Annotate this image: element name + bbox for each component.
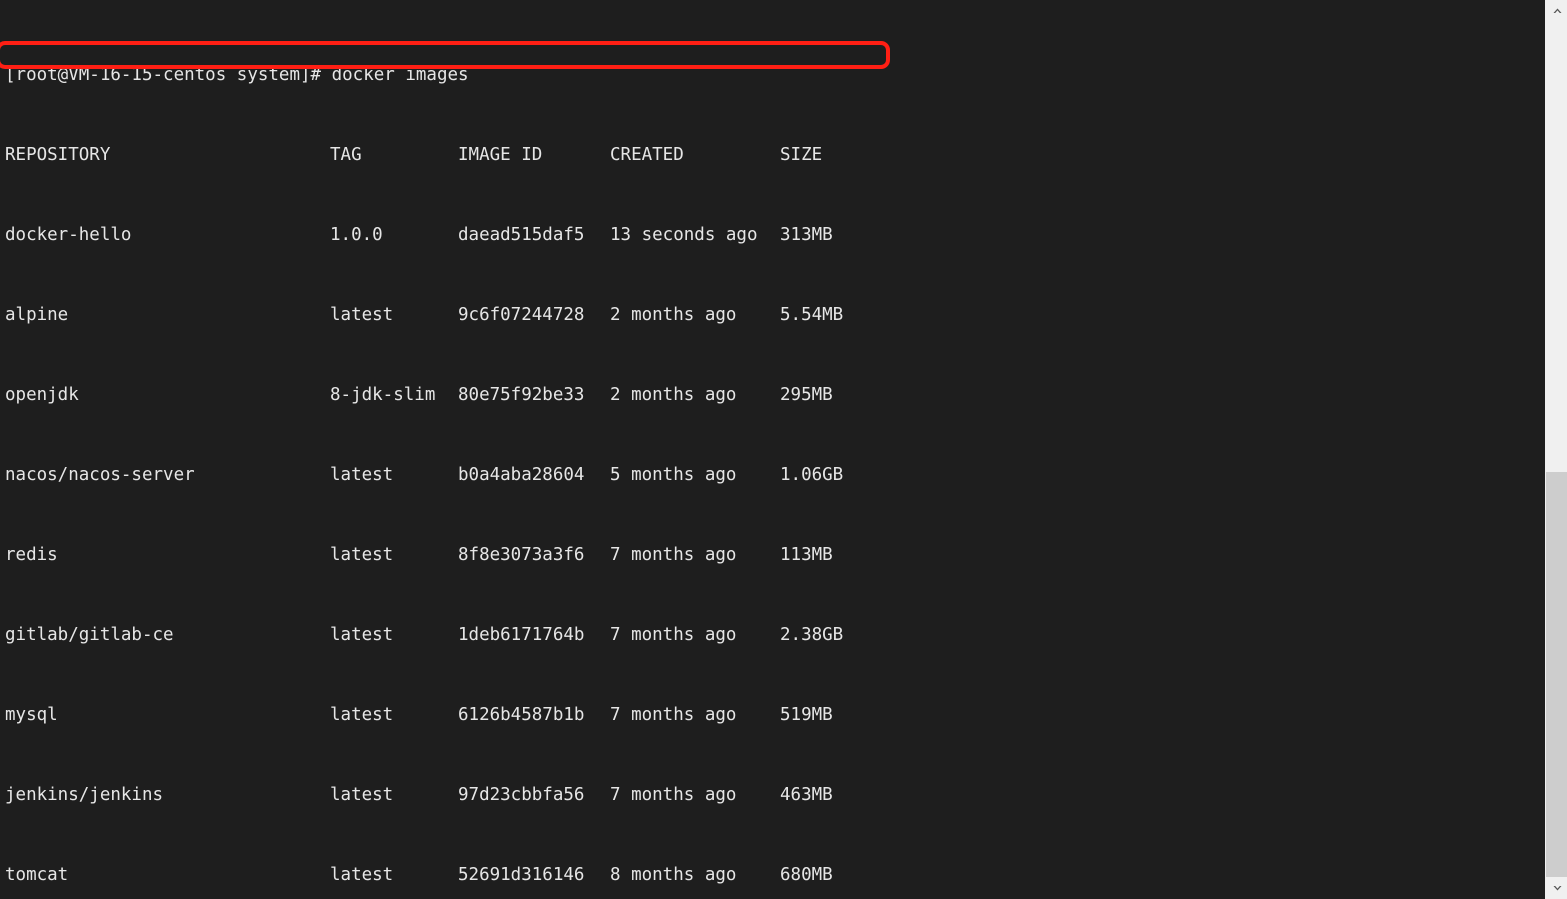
cell-repository: gitlab/gitlab-ce — [5, 625, 174, 645]
cell-repository: openjdk — [5, 385, 79, 405]
cell-repository: mysql — [5, 705, 58, 725]
cell-repository: docker-hello — [5, 225, 132, 245]
cell-created: 13 seconds ago — [610, 225, 758, 245]
scrollbar-down-button[interactable] — [1546, 877, 1567, 899]
cell-size: 1.06GB — [780, 465, 844, 485]
terminal-output[interactable]: [root@VM-16-15-centos system]# docker im… — [0, 0, 1545, 899]
cell-image-id: 97d23cbbfa56 — [458, 785, 585, 805]
cell-tag: latest — [330, 545, 394, 565]
cell-repository: redis — [5, 545, 58, 565]
cell-created: 2 months ago — [610, 385, 737, 405]
scrollbar-thumb[interactable] — [1546, 472, 1567, 896]
table-row: mysql latest 6126b4587b1b 7 months ago 5… — [5, 705, 1545, 725]
table-row: nacos/nacos-server latest b0a4aba28604 5… — [5, 465, 1545, 485]
cell-size: 5.54MB — [780, 305, 844, 325]
table-row: jenkins/jenkins latest 97d23cbbfa56 7 mo… — [5, 785, 1545, 805]
header-repository: REPOSITORY — [5, 145, 111, 165]
cell-size: 519MB — [780, 705, 833, 725]
cell-tag: latest — [330, 865, 394, 885]
scrollbar-track[interactable] — [1546, 22, 1567, 896]
cell-image-id: 1deb6171764b — [458, 625, 585, 645]
cell-repository: jenkins/jenkins — [5, 785, 164, 805]
command-line-text: [root@VM-16-15-centos system]# docker im… — [5, 65, 469, 85]
cell-size: 313MB — [780, 225, 833, 245]
header-tag: TAG — [330, 145, 362, 165]
cell-image-id: b0a4aba28604 — [458, 465, 585, 485]
cell-tag: latest — [330, 305, 394, 325]
cell-size: 680MB — [780, 865, 833, 885]
cell-created: 2 months ago — [610, 305, 737, 325]
cell-created: 7 months ago — [610, 705, 737, 725]
cell-image-id: 80e75f92be33 — [458, 385, 585, 405]
cell-image-id: 9c6f07244728 — [458, 305, 585, 325]
cell-size: 113MB — [780, 545, 833, 565]
cell-tag: 1.0.0 — [330, 225, 383, 245]
cell-created: 7 months ago — [610, 625, 737, 645]
cell-size: 463MB — [780, 785, 833, 805]
cell-repository: alpine — [5, 305, 69, 325]
cell-tag: latest — [330, 785, 394, 805]
vertical-scrollbar[interactable] — [1545, 0, 1567, 899]
cell-image-id: 52691d316146 — [458, 865, 585, 885]
cell-tag: latest — [330, 625, 394, 645]
cell-created: 7 months ago — [610, 545, 737, 565]
cell-repository: tomcat — [5, 865, 69, 885]
cell-image-id: 6126b4587b1b — [458, 705, 585, 725]
cell-image-id: 8f8e3073a3f6 — [458, 545, 585, 565]
table-row: openjdk 8-jdk-slim 80e75f92be33 2 months… — [5, 385, 1545, 405]
table-row: tomcat latest 52691d316146 8 months ago … — [5, 865, 1545, 885]
cell-image-id: daead515daf5 — [458, 225, 585, 245]
table-row: gitlab/gitlab-ce latest 1deb6171764b 7 m… — [5, 625, 1545, 645]
cell-created: 7 months ago — [610, 785, 737, 805]
cell-size: 295MB — [780, 385, 833, 405]
table-header-row: REPOSITORY TAG IMAGE ID CREATED SIZE — [5, 145, 1545, 165]
header-created: CREATED — [610, 145, 684, 165]
header-size: SIZE — [780, 145, 823, 165]
terminal-window: [root@VM-16-15-centos system]# docker im… — [0, 0, 1567, 899]
cell-tag: latest — [330, 705, 394, 725]
table-row: redis latest 8f8e3073a3f6 7 months ago 1… — [5, 545, 1545, 565]
cell-created: 8 months ago — [610, 865, 737, 885]
cell-size: 2.38GB — [780, 625, 844, 645]
chevron-up-icon — [1552, 7, 1563, 15]
chevron-down-icon — [1552, 884, 1563, 892]
header-image-id: IMAGE ID — [458, 145, 543, 165]
cell-tag: 8-jdk-slim — [330, 385, 436, 405]
command-line: [root@VM-16-15-centos system]# docker im… — [5, 65, 1545, 85]
table-row: docker-hello 1.0.0 daead515daf5 13 secon… — [5, 225, 1545, 245]
cell-tag: latest — [330, 465, 394, 485]
cell-created: 5 months ago — [610, 465, 737, 485]
table-row: alpine latest 9c6f07244728 2 months ago … — [5, 305, 1545, 325]
scrollbar-up-button[interactable] — [1546, 0, 1567, 22]
cell-repository: nacos/nacos-server — [5, 465, 195, 485]
